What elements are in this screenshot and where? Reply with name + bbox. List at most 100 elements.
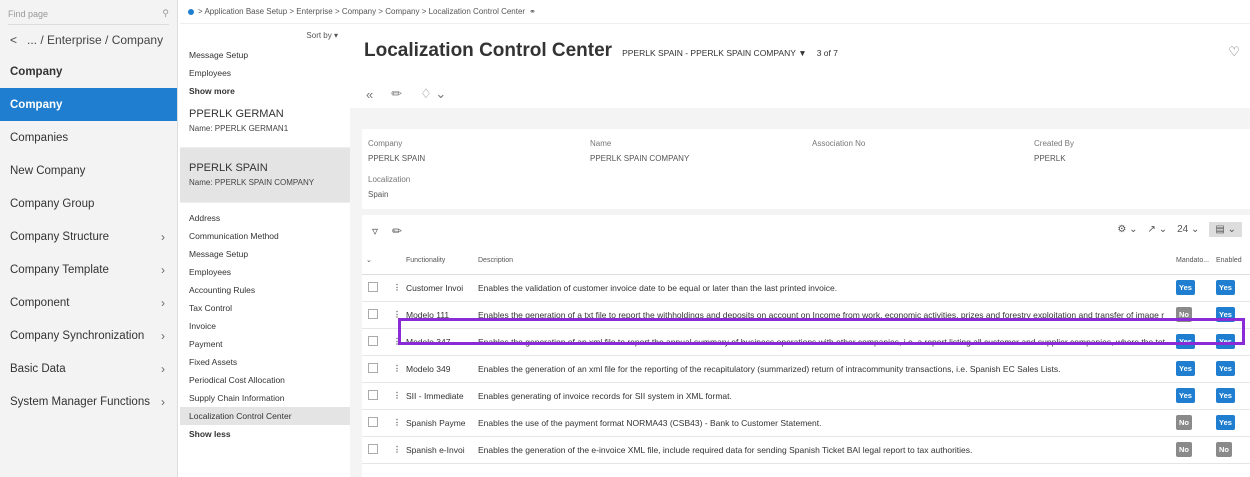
section-link[interactable]: Payment — [180, 335, 350, 353]
checkbox[interactable] — [368, 389, 378, 400]
table-row[interactable]: ⋮ SII - Immediate Enables generating of in… — [362, 382, 1250, 410]
settings-icon[interactable]: ⚙ ⌄ — [1117, 224, 1137, 235]
column-header-enabled[interactable]: Enabled — [1212, 247, 1250, 275]
nav-item[interactable]: New Company — [0, 154, 177, 187]
row-menu-icon[interactable]: ⋮ — [388, 274, 402, 302]
checkbox[interactable] — [368, 335, 378, 346]
column-header-functionality[interactable]: Functionality — [402, 247, 474, 275]
page-size-select[interactable]: 24 ⌄ — [1177, 224, 1199, 235]
link-message-setup[interactable]: Message Setup — [180, 46, 350, 64]
nav-item[interactable]: Company — [0, 55, 177, 88]
nav-item[interactable]: Company Synchronization › — [0, 319, 177, 352]
show-less-link[interactable]: Show less — [180, 425, 350, 443]
cell-functionality[interactable]: Spanish Payme — [402, 409, 474, 437]
row-menu-icon[interactable]: ⋮ — [388, 409, 402, 437]
row-checkbox[interactable] — [362, 409, 388, 437]
nav-item[interactable]: Company Structure › — [0, 220, 177, 253]
section-link[interactable]: Employees — [180, 263, 350, 281]
nav-item[interactable]: Company Group — [0, 187, 177, 220]
nav-item[interactable]: Company — [0, 88, 177, 121]
section-link[interactable]: Supply Chain Information — [180, 389, 350, 407]
section-link[interactable]: Periodical Cost Allocation — [180, 371, 350, 389]
chevron-right-icon[interactable]: › — [161, 395, 165, 409]
export-icon[interactable]: ↗ ⌄ — [1148, 224, 1168, 235]
cell-enabled: Yes — [1212, 409, 1250, 437]
column-chooser-button[interactable]: ▤ ⌄ — [1209, 222, 1242, 237]
search-input[interactable]: Find page — [8, 9, 48, 19]
section-link[interactable]: Localization Control Center — [180, 407, 350, 425]
table-row[interactable]: ⋮ Modelo 347 Enables the generation of an … — [362, 328, 1250, 356]
nav-back-label: ... / Enterprise / Company — [27, 33, 164, 47]
cell-functionality[interactable]: Modelo 349 — [402, 355, 474, 383]
chevron-right-icon[interactable]: › — [161, 329, 165, 343]
table-row[interactable]: ⋮ Spanish e-Invoi Enables the generation o… — [362, 436, 1250, 464]
breadcrumb-text[interactable]: > Application Base Setup > Enterprise > … — [198, 7, 525, 16]
nav-item[interactable]: Component › — [0, 286, 177, 319]
select-all-column[interactable]: ⌄ — [362, 247, 388, 275]
checkbox[interactable] — [368, 416, 378, 427]
edit-icon[interactable]: ✏ — [392, 224, 402, 238]
table-row[interactable]: ⋮ Modelo 111 Enables the generation of a t… — [362, 301, 1250, 329]
table-row[interactable]: ⋮ Modelo 349 Enables the generation of an … — [362, 355, 1250, 383]
search-icon[interactable]: ⚲ — [162, 8, 169, 19]
section-link[interactable]: Message Setup — [180, 245, 350, 263]
nav-item-label: Companies — [10, 131, 69, 144]
row-checkbox[interactable] — [362, 436, 388, 464]
row-checkbox[interactable] — [362, 382, 388, 410]
checkbox[interactable] — [368, 362, 378, 373]
back-arrow-icon[interactable]: < — [10, 33, 17, 47]
sort-by-button[interactable]: Sort by ▾ — [180, 24, 350, 46]
nav-item[interactable]: System Manager Functions › — [0, 385, 177, 418]
column-header-mandatory[interactable]: Mandato... — [1172, 247, 1212, 275]
chevron-right-icon[interactable]: › — [161, 362, 165, 376]
chevron-right-icon[interactable]: › — [161, 296, 165, 310]
cell-enabled: Yes — [1212, 274, 1250, 302]
nav-item-label: Company Structure — [10, 230, 110, 243]
notification-bell-icon[interactable]: ♢ ⌄ — [420, 86, 446, 102]
row-checkbox[interactable] — [362, 274, 388, 302]
record-card[interactable]: PPERLK GERMAN Name: PPERLK GERMAN1 — [180, 100, 350, 148]
search-field[interactable]: Find page ⚲ — [8, 3, 169, 25]
link-employees[interactable]: Employees — [180, 64, 350, 82]
nav-item[interactable]: Basic Data › — [0, 352, 177, 385]
row-menu-icon[interactable]: ⋮ — [388, 382, 402, 410]
section-link[interactable]: Fixed Assets — [180, 353, 350, 371]
section-link[interactable]: Tax Control — [180, 299, 350, 317]
table-row[interactable]: ⋮ Spanish Payme Enables the use of the pay… — [362, 409, 1250, 437]
checkbox[interactable] — [368, 308, 378, 319]
section-link[interactable]: Invoice — [180, 317, 350, 335]
section-link[interactable]: Address — [180, 209, 350, 227]
copy-link-icon[interactable]: ⚭ — [529, 7, 536, 16]
row-checkbox[interactable] — [362, 355, 388, 383]
filter-icon[interactable]: ▿ — [372, 224, 378, 238]
record-selector[interactable]: PPERLK SPAIN - PPERLK SPAIN COMPANY ▼ — [622, 48, 807, 58]
cell-functionality[interactable]: SII - Immediate — [402, 382, 474, 410]
collapse-icon[interactable]: « — [366, 87, 373, 102]
attachment-icon[interactable]: ✏ — [391, 86, 402, 102]
nav-item[interactable]: Companies — [0, 121, 177, 154]
column-header-description[interactable]: Description — [474, 247, 1172, 275]
show-more-link[interactable]: Show more — [180, 82, 350, 100]
home-icon[interactable] — [188, 8, 194, 15]
section-link[interactable]: Accounting Rules — [180, 281, 350, 299]
section-link[interactable]: Communication Method — [180, 227, 350, 245]
row-checkbox[interactable] — [362, 328, 388, 356]
cell-functionality[interactable]: Customer Invoi — [402, 274, 474, 302]
checkbox[interactable] — [368, 443, 378, 454]
chevron-right-icon[interactable]: › — [161, 263, 165, 277]
cell-functionality[interactable]: Spanish e-Invoi — [402, 436, 474, 464]
favorite-icon[interactable]: ♡ — [1228, 44, 1240, 60]
row-menu-icon[interactable]: ⋮ — [388, 355, 402, 383]
row-checkbox[interactable] — [362, 301, 388, 329]
cell-functionality[interactable]: Modelo 111 — [402, 301, 474, 329]
table-row[interactable]: ⋮ Customer Invoi Enables the validation of… — [362, 274, 1250, 302]
cell-functionality[interactable]: Modelo 347 — [402, 328, 474, 356]
record-card-selected[interactable]: PPERLK SPAIN Name: PPERLK SPAIN COMPANY — [180, 148, 350, 203]
nav-back-link[interactable]: < ... / Enterprise / Company — [0, 25, 177, 55]
checkbox[interactable] — [368, 281, 378, 292]
row-menu-icon[interactable]: ⋮ — [388, 436, 402, 464]
chevron-right-icon[interactable]: › — [161, 230, 165, 244]
row-menu-icon[interactable]: ⋮ — [388, 328, 402, 356]
nav-item[interactable]: Company Template › — [0, 253, 177, 286]
row-menu-icon[interactable]: ⋮ — [388, 301, 402, 329]
